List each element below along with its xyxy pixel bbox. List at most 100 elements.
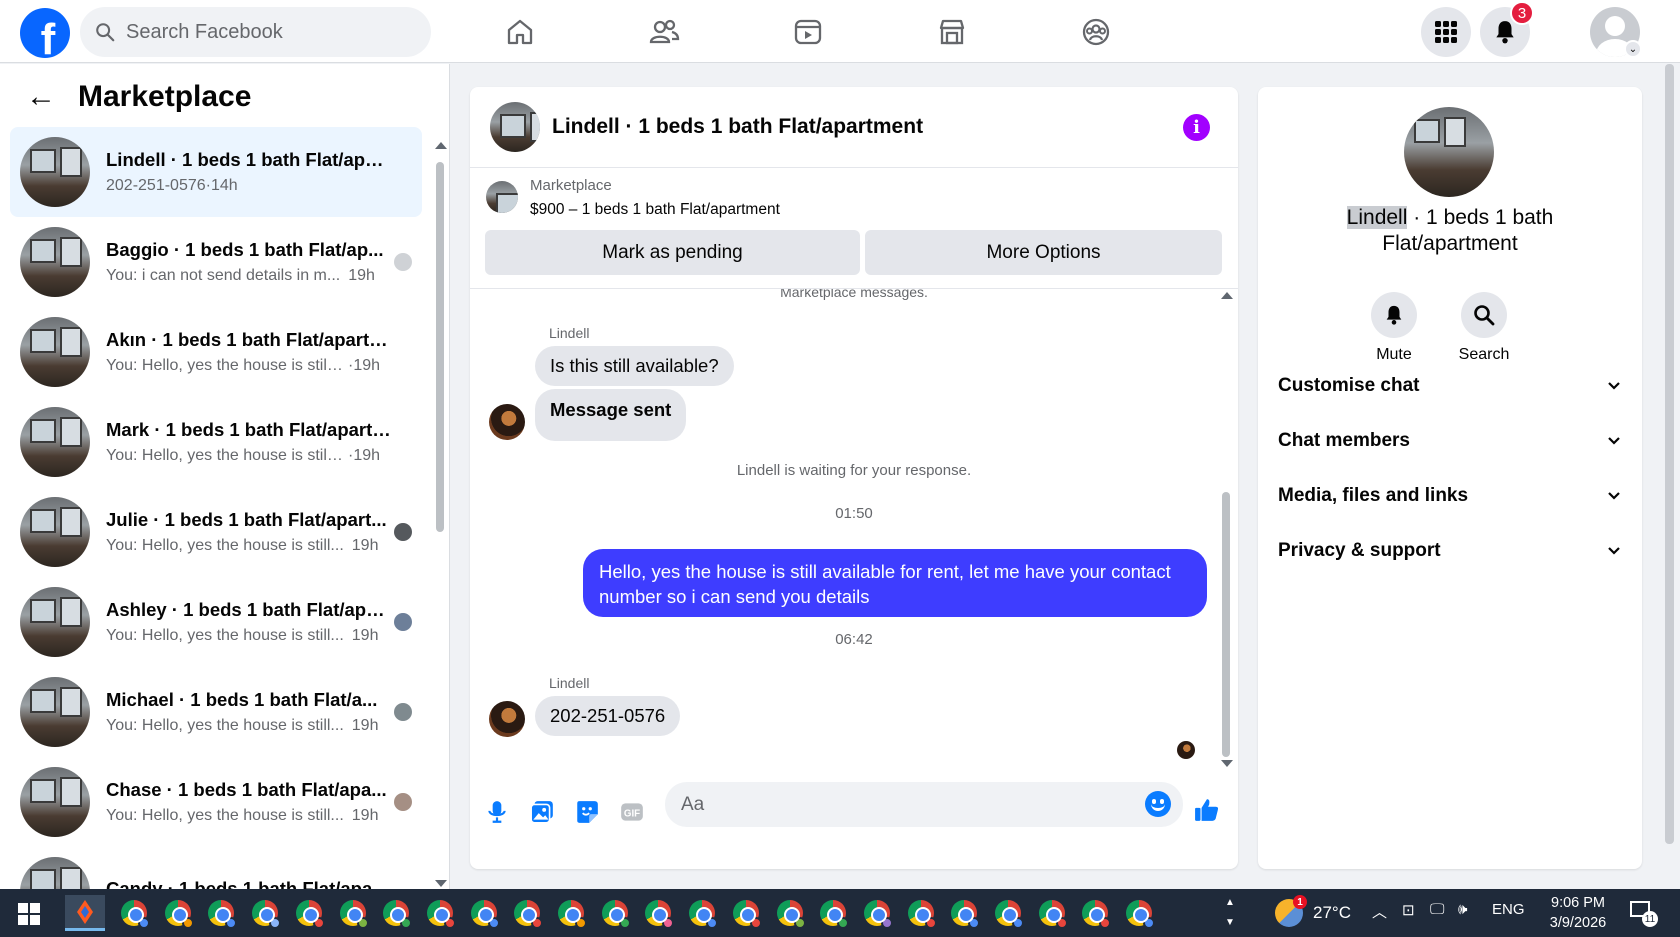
weather-widget[interactable]: 1 27°C bbox=[1275, 895, 1351, 927]
scrollbar-thumb[interactable] bbox=[1222, 492, 1230, 757]
meet-now-icon[interactable]: ⊡ bbox=[1402, 901, 1415, 919]
taskbar-chrome-window[interactable] bbox=[551, 895, 591, 931]
taskbar-chrome-window[interactable] bbox=[770, 895, 810, 931]
conversation-item[interactable]: Michael · 1 beds 1 bath Flat/a... You: H… bbox=[10, 667, 422, 757]
taskbar-chrome-window[interactable] bbox=[682, 895, 722, 931]
home-nav[interactable] bbox=[500, 12, 540, 52]
customise-chat-section[interactable]: Customise chat bbox=[1278, 371, 1622, 401]
mute-button[interactable]: Mute bbox=[1354, 292, 1434, 364]
back-arrow-icon[interactable]: ← bbox=[26, 82, 56, 112]
taskbar-chrome-window[interactable] bbox=[813, 895, 853, 931]
scroll-down-arrow-icon[interactable] bbox=[1221, 760, 1233, 767]
notification-center-button[interactable]: 11 bbox=[1628, 899, 1658, 927]
conversation-item[interactable]: Candy · 1 beds 1 bath Flat/apa... bbox=[10, 847, 422, 889]
chrome-icon bbox=[339, 900, 369, 929]
groups-nav[interactable] bbox=[1076, 12, 1116, 52]
scrollbar-thumb[interactable] bbox=[1665, 64, 1674, 844]
taskbar-chrome-window[interactable] bbox=[507, 895, 547, 931]
taskbar-chrome-window[interactable] bbox=[201, 895, 241, 931]
taskbar-chrome-window[interactable] bbox=[726, 895, 766, 931]
system-clock[interactable]: 9:06 PM 3/9/2026 bbox=[1538, 893, 1618, 933]
language-indicator[interactable]: ENG bbox=[1492, 901, 1525, 918]
taskbar-chrome-window[interactable] bbox=[464, 895, 504, 931]
message-input[interactable]: Aa bbox=[665, 782, 1183, 827]
menu-button[interactable] bbox=[1421, 7, 1471, 57]
taskbar-chrome-window[interactable] bbox=[114, 895, 154, 931]
voice-clip-button[interactable] bbox=[482, 797, 512, 827]
taskbar-chrome-window[interactable] bbox=[245, 895, 285, 931]
taskbar-overflow-arrows[interactable]: ▲ ▼ bbox=[1225, 893, 1235, 933]
chat-listing-thumbnail[interactable] bbox=[490, 102, 540, 152]
taskbar-app-pinned[interactable] bbox=[65, 895, 105, 931]
chrome-profile-avatar bbox=[138, 917, 150, 929]
conversation-item[interactable]: Baggio · 1 beds 1 bath Flat/ap... You: i… bbox=[10, 217, 422, 307]
more-options-button[interactable]: More Options bbox=[865, 230, 1222, 275]
chevron-down-icon[interactable]: ⌄ bbox=[1624, 40, 1642, 58]
notifications-button[interactable]: 3 bbox=[1480, 1, 1534, 57]
listing-thumbnail bbox=[20, 227, 90, 297]
marketplace-nav[interactable] bbox=[932, 12, 972, 52]
chat-scrollbar[interactable] bbox=[1220, 292, 1233, 767]
taskbar-chrome-window[interactable] bbox=[595, 895, 635, 931]
page-scrollbar[interactable] bbox=[1660, 64, 1678, 889]
conversation-item[interactable]: Mark · 1 beds 1 bath Flat/apartm... You:… bbox=[10, 397, 422, 487]
gif-button[interactable]: GIF bbox=[617, 797, 647, 827]
conversation-item[interactable]: Chase · 1 beds 1 bath Flat/apa... You: H… bbox=[10, 757, 422, 847]
search-facebook-input[interactable]: Search Facebook bbox=[80, 7, 431, 57]
taskbar-chrome-window[interactable] bbox=[158, 895, 198, 931]
sender-avatar[interactable] bbox=[489, 701, 525, 737]
conversation-item[interactable]: Ashley · 1 beds 1 bath Flat/apa... You: … bbox=[10, 577, 422, 667]
attach-photo-button[interactable] bbox=[527, 797, 557, 827]
sidebar-scrollbar[interactable] bbox=[434, 142, 447, 887]
video-nav[interactable] bbox=[788, 12, 828, 52]
conversation-item[interactable]: Akın · 1 beds 1 bath Flat/apartm... You:… bbox=[10, 307, 422, 397]
chrome-icon bbox=[689, 900, 719, 929]
taskbar-chrome-window[interactable] bbox=[901, 895, 941, 931]
media-files-links-section[interactable]: Media, files and links bbox=[1278, 481, 1622, 511]
listing-thumbnail[interactable] bbox=[1404, 107, 1494, 197]
search-icon bbox=[1474, 305, 1495, 326]
emoji-icon[interactable] bbox=[1145, 791, 1171, 817]
sender-avatar[interactable] bbox=[489, 404, 525, 440]
taskbar-chrome-window[interactable] bbox=[420, 895, 460, 931]
facebook-logo[interactable]: f bbox=[20, 8, 70, 58]
chrome-icon bbox=[951, 900, 981, 929]
scrollbar-thumb[interactable] bbox=[436, 162, 444, 532]
taskbar-chrome-window[interactable] bbox=[1119, 895, 1159, 931]
chat-members-section[interactable]: Chat members bbox=[1278, 426, 1622, 456]
search-in-conversation-button[interactable]: Search bbox=[1444, 292, 1524, 364]
incoming-message[interactable]: Message sent bbox=[535, 389, 687, 441]
taskbar-chrome-window[interactable] bbox=[638, 895, 678, 931]
svg-text:GIF: GIF bbox=[624, 808, 640, 819]
taskbar-chrome-window[interactable] bbox=[1075, 895, 1115, 931]
send-like-button[interactable] bbox=[1192, 795, 1222, 825]
chevron-up-icon[interactable]: ︿ bbox=[1372, 901, 1387, 922]
taskbar-chrome-window[interactable] bbox=[376, 895, 416, 931]
taskbar-chrome-window[interactable] bbox=[333, 895, 373, 931]
taskbar-chrome-window[interactable] bbox=[1032, 895, 1072, 931]
network-icon[interactable]: 🖵 bbox=[1430, 901, 1444, 918]
conversation-item[interactable]: Lindell · 1 beds 1 bath Flat/apart... 20… bbox=[10, 127, 422, 217]
incoming-message[interactable]: 202-251-0576 bbox=[535, 696, 681, 736]
volume-icon[interactable]: 🕪 bbox=[1458, 901, 1467, 918]
info-icon[interactable]: i bbox=[1183, 114, 1210, 141]
incoming-message[interactable]: Is this still available? bbox=[535, 346, 734, 386]
scroll-up-arrow-icon[interactable] bbox=[435, 142, 447, 149]
friends-nav[interactable] bbox=[644, 12, 684, 52]
sticker-button[interactable] bbox=[572, 797, 602, 827]
read-receipt-avatar bbox=[394, 523, 412, 541]
conversation-preview-row: You: Hello, yes the house is still... 19h bbox=[106, 717, 391, 735]
scroll-up-arrow-icon[interactable] bbox=[1221, 292, 1233, 299]
mark-as-pending-button[interactable]: Mark as pending bbox=[485, 230, 860, 275]
scroll-down-arrow-icon[interactable] bbox=[435, 880, 447, 887]
outgoing-message[interactable]: Hello, yes the house is still available … bbox=[583, 549, 1207, 617]
chat-title[interactable]: Lindell · 1 beds 1 bath Flat/apartment bbox=[552, 115, 923, 139]
conversation-item[interactable]: Julie · 1 beds 1 bath Flat/apart... You:… bbox=[10, 487, 422, 577]
taskbar-chrome-window[interactable] bbox=[289, 895, 329, 931]
windows-start-button[interactable] bbox=[18, 903, 40, 925]
privacy-support-section[interactable]: Privacy & support bbox=[1278, 536, 1622, 566]
taskbar-chrome-window[interactable] bbox=[857, 895, 897, 931]
taskbar-chrome-window[interactable] bbox=[944, 895, 984, 931]
message-thread[interactable]: Marketplace messages. Lindell Is this st… bbox=[470, 288, 1238, 768]
taskbar-chrome-window[interactable] bbox=[988, 895, 1028, 931]
